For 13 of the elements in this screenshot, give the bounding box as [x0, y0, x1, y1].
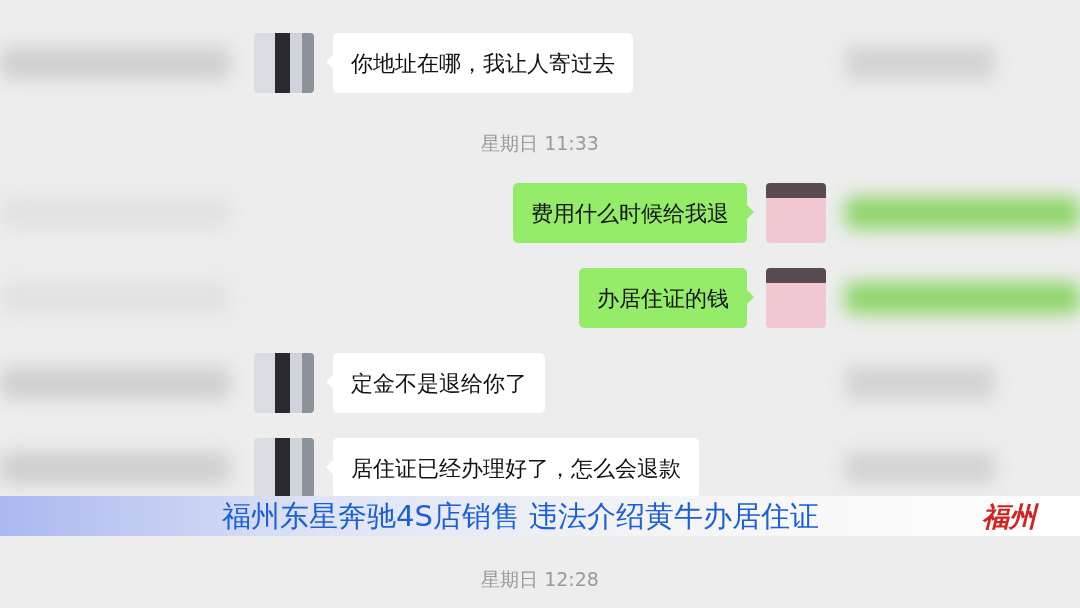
message-text: 你地址在哪，我让人寄过去 [351, 49, 615, 78]
avatar-photo [254, 353, 314, 413]
caption-headline: 福州东星奔驰4S店销售 违法介绍黄牛办居住证 [222, 501, 820, 531]
avatar-photo [254, 33, 314, 93]
avatar-photo [254, 438, 314, 498]
avatar-photo [766, 268, 826, 328]
message-text: 居住证已经办理好了，怎么会退款 [351, 454, 681, 483]
timestamp: 星期日 11:33 [481, 131, 599, 156]
message-text: 费用什么时候给我退 [531, 199, 729, 228]
avatar-photo [766, 183, 826, 243]
message-text: 定金不是退给你了 [351, 369, 527, 398]
message-text: 办居住证的钱 [597, 284, 729, 313]
timestamp: 星期日 12:28 [481, 567, 599, 592]
